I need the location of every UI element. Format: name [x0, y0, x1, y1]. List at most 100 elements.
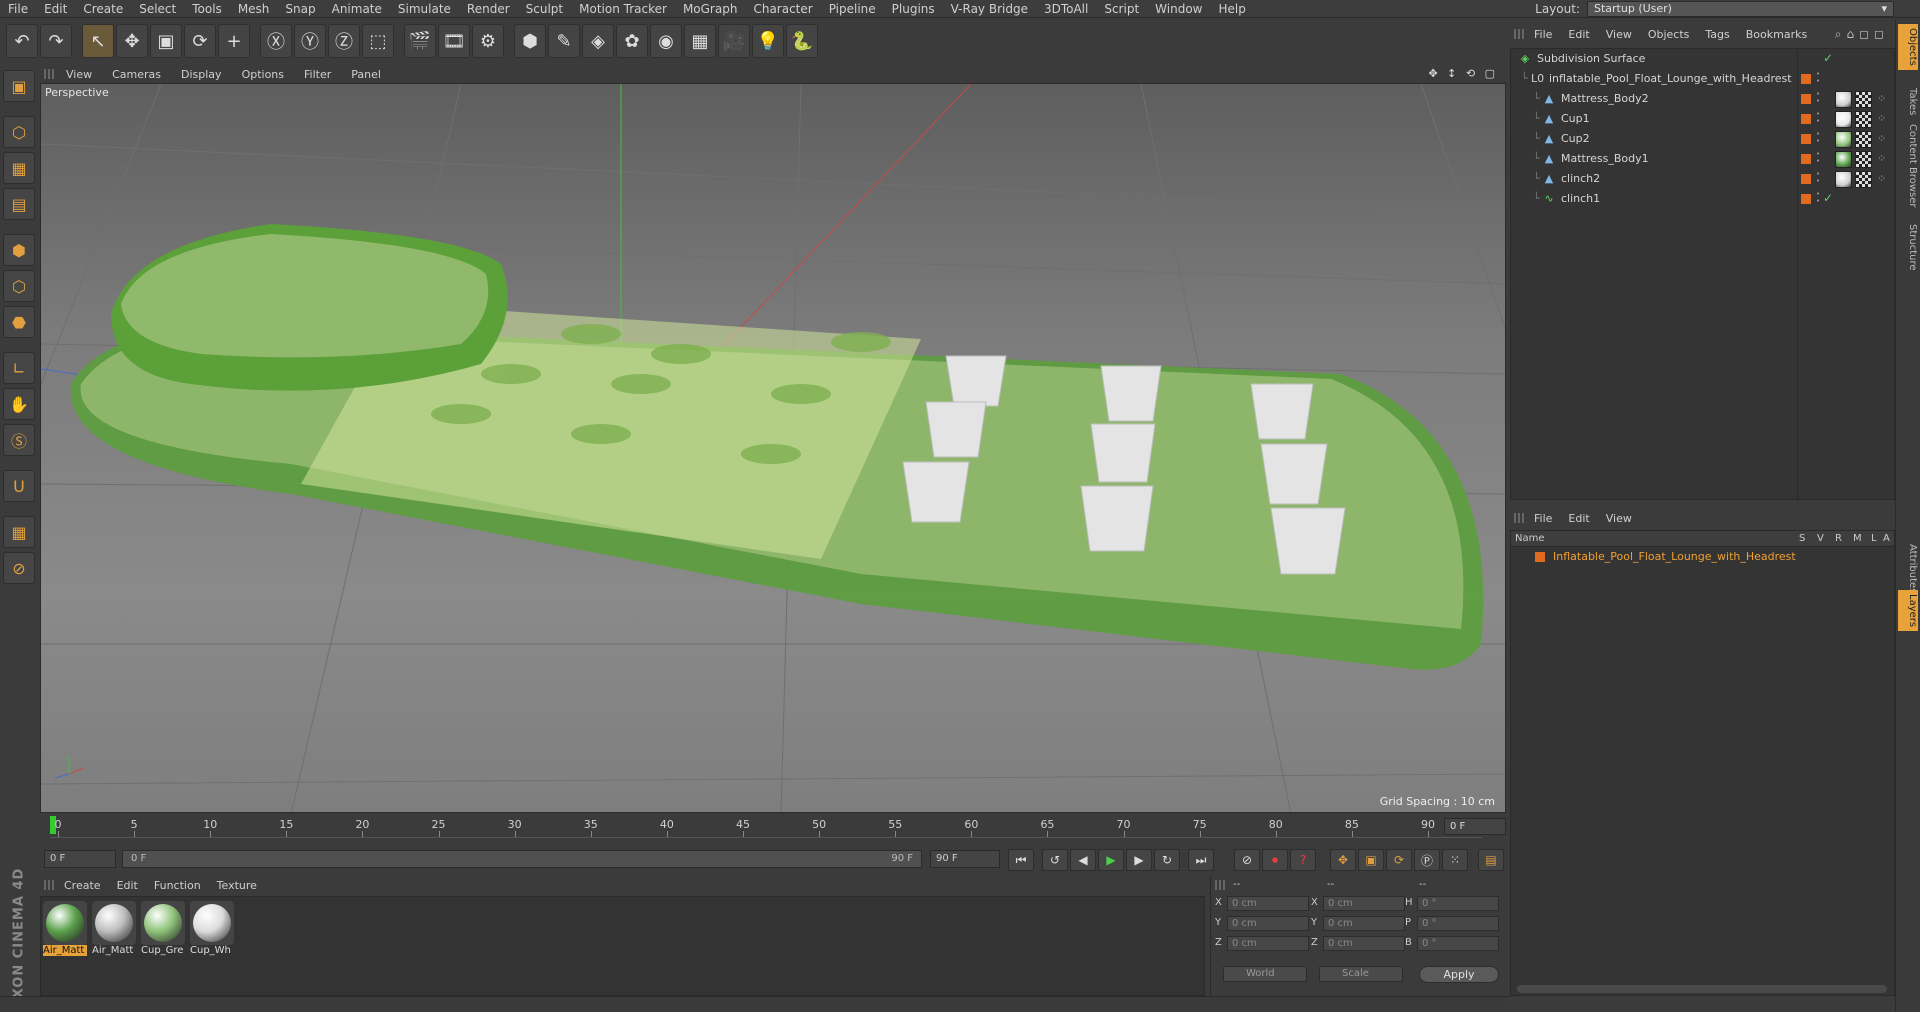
redo-icon[interactable]: ↷ [40, 24, 72, 58]
tag-icon[interactable]: ⁘ [1877, 172, 1886, 185]
coord-field-position[interactable]: 0 cm [1227, 916, 1309, 931]
visibility-dots-icon[interactable]: • • [1816, 191, 1820, 205]
menu-simulate[interactable]: Simulate [390, 0, 459, 18]
layer-color-swatch[interactable] [1801, 114, 1811, 124]
layer-menu-view[interactable]: View [1598, 512, 1640, 525]
visibility-dots-icon[interactable]: • • [1816, 131, 1820, 145]
object-row[interactable]: ◈ Subdivision Surface ✓ [1511, 49, 1894, 69]
apply-button[interactable]: Apply [1419, 966, 1499, 983]
layer-color-swatch[interactable] [1801, 174, 1811, 184]
menu-sculpt[interactable]: Sculpt [518, 0, 571, 18]
camera-icon[interactable]: 🎥 [718, 24, 750, 58]
start-frame-field[interactable]: 0 F [44, 850, 116, 868]
coord-field-position[interactable]: 0 cm [1227, 936, 1309, 951]
object-menu-tags[interactable]: Tags [1697, 28, 1737, 41]
side-tab-content-browser[interactable]: Content Browser [1898, 120, 1918, 211]
material-menu-edit[interactable]: Edit [109, 879, 146, 892]
keyframe-selection-icon[interactable]: ? [1290, 849, 1316, 871]
object-row[interactable]: └ ∿ clinch1 • • ✓ [1511, 189, 1894, 209]
tag-icon[interactable]: ⁘ [1877, 92, 1886, 105]
menu-render[interactable]: Render [459, 0, 518, 18]
play-icon[interactable]: ▶ [1098, 849, 1124, 871]
previous-key-icon[interactable]: ↺ [1042, 849, 1068, 871]
material-menu-function[interactable]: Function [146, 879, 209, 892]
record-keys-icon[interactable]: ⊘ [1234, 849, 1260, 871]
next-frame-icon[interactable]: ▶ [1126, 849, 1152, 871]
phong-tag-icon[interactable] [1855, 151, 1872, 168]
coord-field-size[interactable]: 0 cm [1323, 916, 1405, 931]
menu-3dtoall[interactable]: 3DToAll [1036, 0, 1096, 18]
menu-script[interactable]: Script [1096, 0, 1147, 18]
key-scale-icon[interactable]: ▣ [1358, 849, 1384, 871]
next-key-icon[interactable]: ↻ [1154, 849, 1180, 871]
visibility-dots-icon[interactable]: • • [1816, 151, 1820, 165]
coordinate-mode-select[interactable]: Scale [1319, 966, 1403, 982]
points-mode-icon[interactable]: ⬢ [3, 234, 35, 266]
z-axis-icon[interactable]: Ⓩ [328, 24, 360, 58]
key-rotation-icon[interactable]: ⟳ [1386, 849, 1412, 871]
lock-workplane-icon[interactable]: ▦ [3, 516, 35, 548]
model-mode-icon[interactable]: ⬡ [3, 116, 35, 148]
phong-tag-icon[interactable] [1855, 171, 1872, 188]
preview-range-slider[interactable]: 0 F 90 F [122, 850, 922, 868]
live-select-icon[interactable]: ↖ [82, 24, 114, 58]
material-tag-icon[interactable] [1835, 91, 1852, 108]
python-icon[interactable]: 🐍 [786, 24, 818, 58]
menu-mesh[interactable]: Mesh [230, 0, 278, 18]
end-frame-field[interactable]: 90 F [930, 850, 1000, 868]
object-menu-view[interactable]: View [1598, 28, 1640, 41]
layer-row[interactable]: Inflatable_Pool_Float_Lounge_with_Headre… [1511, 548, 1894, 566]
tweak-mode-icon[interactable]: ✋ [3, 388, 35, 420]
menu-motion-tracker[interactable]: Motion Tracker [571, 0, 675, 18]
layer-color-swatch[interactable] [1801, 154, 1811, 164]
pen-icon[interactable]: ✎ [548, 24, 580, 58]
menu-window[interactable]: Window [1147, 0, 1210, 18]
phong-tag-icon[interactable] [1855, 111, 1872, 128]
menu-animate[interactable]: Animate [324, 0, 390, 18]
visibility-dots-icon[interactable]: • • [1816, 171, 1820, 185]
axis-mode-icon[interactable]: ∟ [3, 352, 35, 384]
edit-render-settings-icon[interactable]: ⚙ [472, 24, 504, 58]
viewport-nav-controls[interactable]: ✥ ↕ ⟲ ▢ [1428, 67, 1498, 80]
material-swatch[interactable]: Air_Matt [92, 901, 138, 957]
material-tag-icon[interactable] [1835, 151, 1852, 168]
tag-icon[interactable]: ⁘ [1877, 152, 1886, 165]
autokeying-icon[interactable]: ⏺ [1262, 849, 1288, 871]
visibility-dots-icon[interactable]: • • [1816, 71, 1820, 85]
magnet-icon[interactable]: U [3, 470, 35, 502]
add-icon[interactable]: + [218, 24, 250, 58]
visibility-dots-icon[interactable]: • • [1816, 91, 1820, 105]
coord-field-size[interactable]: 0 cm [1323, 936, 1405, 951]
polygons-mode-icon[interactable]: ⬣ [3, 306, 35, 338]
timeline[interactable]: 0 5 10 15 20 25 30 35 40 45 50 55 60 65 70 75 80 85 90 0 F [40, 814, 1506, 848]
array-icon[interactable]: ✿ [616, 24, 648, 58]
viewport-menu-filter[interactable]: Filter [294, 68, 341, 81]
menu-edit[interactable]: Edit [36, 0, 75, 18]
y-axis-icon[interactable]: Ⓨ [294, 24, 326, 58]
menu-character[interactable]: Character [745, 0, 820, 18]
layer-menu-file[interactable]: File [1526, 512, 1560, 525]
layout-select[interactable]: Startup (User) [1587, 1, 1894, 17]
layer-color-swatch[interactable] [1801, 194, 1811, 204]
material-swatch[interactable]: Cup_Gre [141, 901, 187, 957]
coord-field-size[interactable]: 0 cm [1323, 896, 1405, 911]
menu-create[interactable]: Create [75, 0, 131, 18]
coord-field-rotation[interactable]: 0 ° [1417, 936, 1499, 951]
menu-tools[interactable]: Tools [184, 0, 230, 18]
object-row[interactable]: └ ▲ clinch2 • • ⁘ [1511, 169, 1894, 189]
coord-field-rotation[interactable]: 0 ° [1417, 896, 1499, 911]
side-tab-objects[interactable]: Objects [1898, 24, 1918, 70]
coord-field-position[interactable]: 0 cm [1227, 896, 1309, 911]
viewport-menu-panel[interactable]: Panel [341, 68, 391, 81]
edges-mode-icon[interactable]: ⬡ [3, 270, 35, 302]
layer-menu-edit[interactable]: Edit [1560, 512, 1597, 525]
horizontal-scrollbar[interactable] [1517, 985, 1887, 993]
rotate-icon[interactable]: ⟳ [184, 24, 216, 58]
object-manager-tools[interactable]: ⌕⌂◻◻ [1835, 27, 1889, 42]
key-position-icon[interactable]: ✥ [1330, 849, 1356, 871]
menu-file[interactable]: File [0, 0, 36, 18]
key-pla-icon[interactable]: ⁙ [1442, 849, 1468, 871]
panel-grip[interactable] [44, 880, 56, 890]
undo-icon[interactable]: ↶ [6, 24, 38, 58]
tag-icon[interactable]: ⁘ [1877, 112, 1886, 125]
